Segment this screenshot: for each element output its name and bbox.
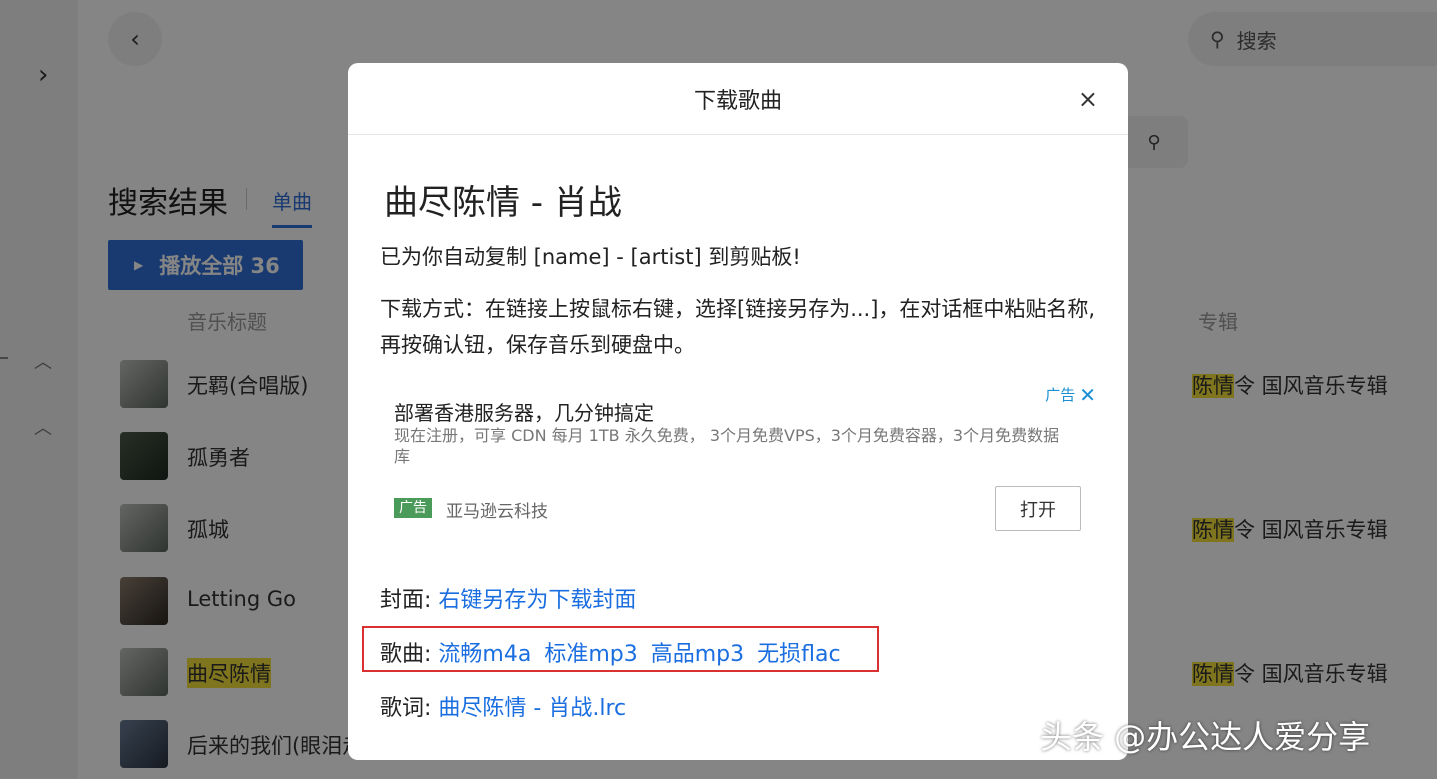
ad-label-text: 广告	[1045, 386, 1076, 404]
cover-download-link[interactable]: 右键另存为下载封面	[438, 588, 636, 613]
cover-label: 封面:	[380, 588, 432, 613]
song-download-row: 歌曲: 流畅m4a 标准mp3 高品mp3 无损flac	[380, 636, 847, 668]
ad-description: 现在注册，可享 CDN 每月 1TB 永久免费， 3个月免费VPS，3个月免费容…	[394, 426, 1060, 466]
dialog-header: 下载歌曲 ×	[348, 63, 1128, 135]
song-label: 歌曲:	[380, 642, 432, 667]
ad-title[interactable]: 部署香港服务器，几分钟搞定	[394, 397, 654, 426]
download-instructions: 下载方式：在链接上按鼠标右键，选择[链接另存为...]，在对话框中粘贴名称,再按…	[380, 297, 1096, 357]
copied-message: 已为你自动复制 [name] - [artist] 到剪贴板!	[380, 245, 801, 269]
download-standard-mp3-link[interactable]: 标准mp3	[544, 642, 637, 667]
close-icon[interactable]: ×	[1078, 85, 1098, 113]
ad-label[interactable]: 广告 ✕	[1045, 383, 1096, 407]
ad-block[interactable]: 广告 ✕ 部署香港服务器，几分钟搞定 现在注册，可享 CDN 每月 1TB 永久免…	[380, 379, 1098, 541]
song-heading: 曲尽陈情 - 肖战	[384, 183, 622, 223]
lyrics-label: 歌词:	[380, 696, 432, 721]
watermark: 头条 @办公达人爱分享	[1040, 718, 1371, 756]
close-icon[interactable]: ✕	[1079, 383, 1096, 407]
ad-open-button[interactable]: 打开	[995, 486, 1081, 531]
ad-sponsor: 亚马逊云科技	[446, 502, 548, 522]
download-flac-link[interactable]: 无损flac	[757, 642, 840, 667]
download-hq-mp3-link[interactable]: 高品mp3	[651, 642, 744, 667]
ad-badge: 广告	[394, 498, 432, 518]
lyrics-download-link[interactable]: 曲尽陈情 - 肖战.lrc	[438, 696, 626, 721]
download-dialog: 下载歌曲 × 曲尽陈情 - 肖战 已为你自动复制 [name] - [artis…	[348, 63, 1128, 760]
dialog-title: 下载歌曲	[693, 88, 782, 114]
cover-download-row: 封面: 右键另存为下载封面	[380, 582, 642, 614]
download-m4a-link[interactable]: 流畅m4a	[438, 642, 531, 667]
lyrics-download-row: 歌词: 曲尽陈情 - 肖战.lrc	[380, 690, 632, 722]
